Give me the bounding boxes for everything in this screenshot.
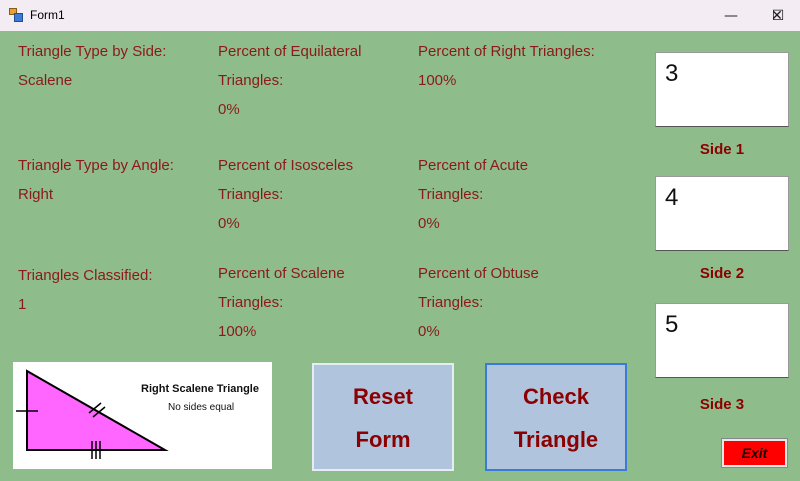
side1-input[interactable]: 3 <box>655 52 789 127</box>
title-bar: Form1 — ☐ ✕ <box>0 0 800 31</box>
reset-button-line2: Form <box>355 427 411 452</box>
side3-label: Side 3 <box>699 396 745 413</box>
triangles-classified-label: Triangles Classified: <box>18 267 153 284</box>
pct-obtuse-value: 0% <box>418 323 440 340</box>
pct-isosceles-value: 0% <box>218 215 240 232</box>
side2-label: Side 2 <box>699 265 745 282</box>
reset-button-line1: Reset <box>353 384 413 409</box>
window-title: Form1 <box>30 8 65 22</box>
check-button-line1: Check <box>522 384 590 409</box>
minimize-button[interactable]: — <box>708 0 754 31</box>
pct-scalene-label-line1: Percent of Scalene <box>218 265 345 282</box>
pct-isosceles-label-line2: Triangles: <box>218 186 284 203</box>
check-button-line2: Triangle <box>513 427 599 452</box>
pct-acute-label-line2: Triangles: <box>418 186 484 203</box>
side2-input[interactable]: 4 <box>655 176 789 251</box>
pct-equilateral-label-line1: Percent of Equilateral <box>218 43 362 60</box>
form-client-area: Triangle Type by Side: Scalene Triangle … <box>0 31 800 481</box>
pct-scalene-value: 100% <box>218 323 257 340</box>
reset-form-button[interactable]: Reset Form <box>312 363 454 471</box>
type-by-angle-value: Right <box>18 186 54 203</box>
pct-isosceles-label-line1: Percent of Isosceles <box>218 157 354 174</box>
exit-button[interactable]: Exit <box>721 438 788 468</box>
triangle-diagram <box>16 369 169 459</box>
diagram-title: Right Scalene Triangle <box>141 383 259 395</box>
check-triangle-button[interactable]: Check Triangle <box>485 363 627 471</box>
pct-right-label: Percent of Right Triangles: <box>418 43 595 60</box>
close-icon: ✕ <box>771 7 783 24</box>
type-by-side-value: Scalene <box>18 72 73 89</box>
pct-equilateral-value: 0% <box>218 101 240 118</box>
pct-obtuse-label-line2: Triangles: <box>418 294 484 311</box>
side1-label: Side 1 <box>699 141 745 158</box>
diagram-subtitle: No sides equal <box>168 402 235 413</box>
triangle-diagram-panel: Right Scalene Triangle No sides equal <box>13 362 272 469</box>
close-button[interactable]: ✕ <box>754 0 800 31</box>
triangles-classified-value: 1 <box>18 296 27 313</box>
pct-acute-label-line1: Percent of Acute <box>418 157 529 174</box>
type-by-angle-label: Triangle Type by Angle: <box>18 157 174 174</box>
pct-equilateral-label-line2: Triangles: <box>218 72 284 89</box>
pct-acute-value: 0% <box>418 215 440 232</box>
side3-input[interactable]: 5 <box>655 303 789 378</box>
pct-right-value: 100% <box>418 72 457 89</box>
app-icon <box>9 8 23 22</box>
type-by-side-label: Triangle Type by Side: <box>18 43 167 60</box>
pct-scalene-label-line2: Triangles: <box>218 294 284 311</box>
pct-obtuse-label-line1: Percent of Obtuse <box>418 265 539 282</box>
minimize-icon: — <box>724 7 738 24</box>
